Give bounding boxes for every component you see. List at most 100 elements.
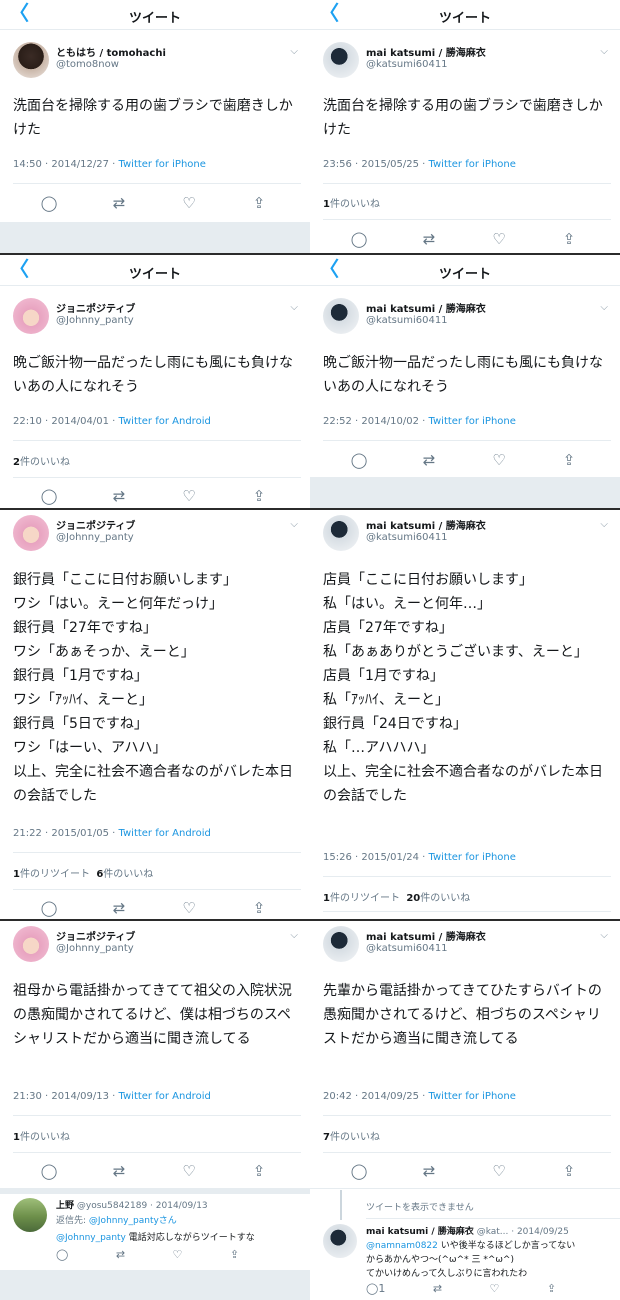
page-title: ツイート [438,267,491,282]
via-client[interactable]: Twitter for Android [119,1091,211,1102]
likes-count: 1 [323,199,330,210]
reply-header: 上野 @yosu5842189 · 2014/09/13 [56,1198,208,1211]
tweet-author[interactable]: mai katsumi / 勝海麻衣 @katsumi60411 ⌵ [310,924,620,964]
reply-icon[interactable]: ◯ [56,1248,68,1261]
chevron-down-icon[interactable]: ⌵ [290,930,298,941]
retweet-count: 1 [13,869,20,880]
tweet-stats[interactable]: 1件のリツイート 20件のいいね [323,889,470,904]
timestamp-text: 22:10 · 2014/04/01 · [13,416,119,427]
retweet-icon[interactable]: ⇄ [418,1160,440,1182]
via-client[interactable]: Twitter for iPhone [429,159,516,170]
share-icon[interactable]: ⇪ [547,1282,556,1295]
chevron-down-icon[interactable]: ⌵ [600,519,608,530]
page-title: ツイート [128,267,181,282]
avatar[interactable] [13,42,49,78]
tweet-author[interactable]: mai katsumi / 勝海麻衣 @katsumi60411 ⌵ [310,513,620,553]
retweet-icon[interactable]: ⇄ [418,449,440,471]
share-icon[interactable]: ⇪ [248,1160,270,1182]
via-client[interactable]: Twitter for iPhone [429,1091,516,1102]
retweet-icon[interactable]: ⇄ [116,1248,125,1261]
tweet-stats[interactable]: 1件のいいね [323,195,380,210]
tweet-author[interactable]: ジョニポジティブ @Johnny_panty ⌵ [0,296,310,336]
chevron-down-icon[interactable]: ⌵ [290,519,298,530]
heart-icon[interactable]: ♡ [178,485,200,507]
avatar[interactable] [13,1198,47,1232]
retweet-icon[interactable]: ⇄ [433,1282,442,1295]
reply-tweet[interactable]: 上野 @yosu5842189 · 2014/09/13 返信先: @Johnn… [0,1194,310,1300]
reply-icon[interactable]: ◯ [38,192,60,214]
share-icon[interactable]: ⇪ [558,1160,580,1182]
user-handle: @katsumi60411 [366,943,448,954]
tweet-actions: ◯ ⇄ ♡ ⇪ [0,1160,310,1182]
heart-icon[interactable]: ♡ [173,1248,183,1261]
heart-icon[interactable]: ♡ [488,449,510,471]
chevron-down-icon[interactable]: ⌵ [290,46,298,57]
tweet-stats[interactable]: 7件のいいね [323,1128,380,1143]
reply-icon[interactable]: ◯ [348,449,370,471]
separator-band [0,222,310,253]
via-client[interactable]: Twitter for iPhone [429,416,516,427]
reply-icon[interactable]: ◯ [38,1160,60,1182]
reply-icon[interactable]: ◯ [348,1160,370,1182]
retweet-icon[interactable]: ⇄ [108,192,130,214]
reply-icon[interactable]: ◯ [348,228,370,250]
retweet-icon[interactable]: ⇄ [418,228,440,250]
heart-icon[interactable]: ♡ [178,897,200,919]
heart-icon[interactable]: ♡ [488,228,510,250]
via-client[interactable]: Twitter for iPhone [429,852,516,863]
via-client[interactable]: Twitter for Android [119,828,211,839]
divider [13,1115,301,1116]
avatar[interactable] [13,298,49,334]
avatar[interactable] [13,926,49,962]
likes-label: 件のいいね [329,1132,380,1143]
heart-icon[interactable]: ♡ [178,1160,200,1182]
via-client[interactable]: Twitter for Android [119,416,211,427]
reply-tweet[interactable]: mai katsumi / 勝海麻衣 @kat... · 2014/09/25 … [310,1220,620,1300]
avatar[interactable] [323,926,359,962]
avatar[interactable] [323,515,359,551]
mention-link[interactable]: @namnam0822 [366,1241,438,1251]
share-icon[interactable]: ⇪ [558,449,580,471]
share-icon[interactable]: ⇪ [230,1248,239,1261]
user-handle: @Johnny_panty [56,532,134,543]
tweet-actions: ◯ ⇄ ♡ ⇪ [0,897,310,919]
tweet-text: 銀行員「ここに日付お願いします」 ワシ「はい。えーと何年だっけ」 銀行員「27年… [13,572,293,804]
retweet-icon[interactable]: ⇄ [108,485,130,507]
share-icon[interactable]: ⇪ [248,485,270,507]
tweet-author[interactable]: ともはち / tomohachi @tomo8now ⌵ [0,40,310,80]
user-handle: @katsumi60411 [366,59,448,70]
tweet-stats[interactable]: 1件のいいね [13,1128,70,1143]
divider [323,1115,611,1116]
heart-icon[interactable]: ♡ [178,192,200,214]
top-bar: 〈 ツイート [310,256,620,286]
share-icon[interactable]: ⇪ [558,228,580,250]
retweet-icon[interactable]: ⇄ [108,897,130,919]
chevron-down-icon[interactable]: ⌵ [600,46,608,57]
tweet-author[interactable]: ジョニポジティブ @Johnny_panty ⌵ [0,513,310,553]
reply-icon[interactable]: ◯ [366,1282,378,1295]
chevron-down-icon[interactable]: ⌵ [290,302,298,313]
retweet-icon[interactable]: ⇄ [108,1160,130,1182]
page-title: ツイート [438,11,491,26]
display-name: ジョニポジティブ [56,304,136,315]
tweet-stats[interactable]: 2件のいいね [13,453,70,468]
tweet-stats[interactable]: 1件のリツイート 6件のいいね [13,865,153,880]
tweet-author[interactable]: mai katsumi / 勝海麻衣 @katsumi60411 ⌵ [310,296,620,336]
tweet-author[interactable]: mai katsumi / 勝海麻衣 @katsumi60411 ⌵ [310,40,620,80]
avatar[interactable] [13,515,49,551]
mention-link[interactable]: @Johnny_panty [56,1233,126,1243]
share-icon[interactable]: ⇪ [248,192,270,214]
tweet-author[interactable]: ジョニポジティブ @Johnny_panty ⌵ [0,924,310,964]
reply-to-handle[interactable]: @Johnny_pantyさん [89,1216,177,1226]
chevron-down-icon[interactable]: ⌵ [600,930,608,941]
reply-icon[interactable]: ◯ [38,897,60,919]
reply-icon[interactable]: ◯ [38,485,60,507]
heart-icon[interactable]: ♡ [488,1160,510,1182]
avatar[interactable] [323,42,359,78]
avatar[interactable] [323,1224,357,1258]
heart-icon[interactable]: ♡ [490,1282,500,1295]
share-icon[interactable]: ⇪ [248,897,270,919]
via-client[interactable]: Twitter for iPhone [119,159,206,170]
avatar[interactable] [323,298,359,334]
chevron-down-icon[interactable]: ⌵ [600,302,608,313]
